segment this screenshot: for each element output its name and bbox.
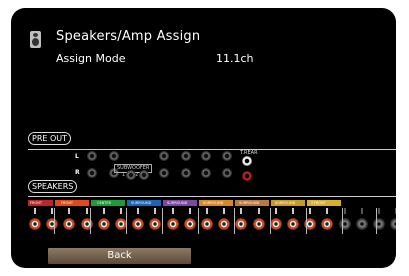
- terminal-indicator: [258, 208, 260, 214]
- terminal-indicator: [86, 208, 88, 214]
- preout-jack: [159, 151, 169, 161]
- back-button[interactable]: Back: [48, 248, 191, 264]
- subwoofer-jack: [126, 170, 136, 180]
- channel-divider: [234, 208, 235, 234]
- speaker-terminal: [46, 218, 58, 230]
- speaker-icon: [30, 31, 41, 48]
- preout-jack: [201, 168, 211, 178]
- speaker-terminal: [167, 218, 179, 230]
- channel-divider: [342, 208, 343, 234]
- preout-divider: [28, 149, 396, 150]
- preout-jack: [159, 168, 169, 178]
- preout-jack: [201, 151, 211, 161]
- speakers-section-label: SPEAKERS: [28, 180, 78, 193]
- speaker-terminal: [63, 218, 75, 230]
- channel-divider: [126, 208, 127, 234]
- terminal-indicator: [309, 208, 311, 214]
- terminal-indicator: [395, 208, 396, 214]
- assign-mode-value[interactable]: 11.1ch: [216, 52, 254, 65]
- speaker-terminal: [98, 218, 110, 230]
- speaker-terminal: [149, 218, 161, 230]
- speakers-divider: [28, 196, 396, 197]
- preout-jack: [222, 151, 232, 161]
- preout-jack: [222, 168, 232, 178]
- terminal-indicator: [172, 208, 174, 214]
- strip-surround1-label: SURROUND: [131, 201, 152, 205]
- t-rear-jack-white: [242, 156, 252, 166]
- right-channel-tag: R: [75, 169, 80, 176]
- speaker-terminal: [321, 218, 333, 230]
- speaker-terminal: [235, 218, 247, 230]
- speaker-terminal: [287, 218, 299, 230]
- strip-surround4-label: SURROUND: [239, 201, 260, 205]
- page-title: Speakers/Amp Assign: [56, 29, 201, 44]
- terminal-indicator: [361, 208, 363, 214]
- terminal-indicator: [120, 208, 122, 214]
- preout-section-label: PRE OUT: [28, 132, 72, 145]
- t-rear-label: T.REAR: [240, 150, 258, 156]
- strip-surround5-label: SURROUND: [275, 201, 296, 205]
- subwoofer-1-number: 1: [122, 172, 126, 178]
- speaker-terminal: [339, 218, 351, 230]
- assign-screen: Speakers/Amp Assign Assign Mode 11.1ch P…: [11, 8, 396, 268]
- strip-center-label: CENTER: [97, 201, 112, 205]
- channel-divider: [306, 208, 307, 234]
- channel-divider: [376, 208, 377, 234]
- preout-jack: [109, 151, 119, 161]
- preout-jack: [181, 168, 191, 178]
- speaker-terminal: [29, 218, 41, 230]
- speaker-terminal: [218, 218, 230, 230]
- channel-divider: [198, 208, 199, 234]
- channel-divider: [162, 208, 163, 234]
- preout-jack: [181, 151, 191, 161]
- channel-divider: [90, 208, 91, 234]
- speaker-terminal: [132, 218, 144, 230]
- terminal-indicator: [34, 208, 36, 214]
- terminal-indicator: [292, 208, 294, 214]
- terminal-indicator: [378, 208, 380, 214]
- speaker-terminal: [81, 218, 93, 230]
- terminal-indicator: [51, 208, 53, 214]
- speaker-terminal: [253, 218, 265, 230]
- terminal-indicator: [223, 208, 225, 214]
- subwoofer-jack: [139, 170, 149, 180]
- terminal-indicator: [137, 208, 139, 214]
- channel-divider: [270, 208, 271, 234]
- terminal-indicator: [326, 208, 328, 214]
- preout-jack: [87, 151, 97, 161]
- channel-divider: [54, 208, 55, 234]
- strip-surround2-label: SURROUND: [167, 201, 188, 205]
- left-channel-tag: L: [75, 153, 79, 160]
- t-rear-jack-red: [242, 171, 252, 181]
- speaker-terminal: [390, 218, 396, 230]
- speaker-terminal: [356, 218, 368, 230]
- terminal-indicator: [240, 208, 242, 214]
- terminal-indicator: [154, 208, 156, 214]
- speaker-terminal: [373, 218, 385, 230]
- preout-jack: [87, 168, 97, 178]
- terminal-indicator: [189, 208, 191, 214]
- strip-front-label: FRONT: [30, 201, 42, 205]
- terminal-indicator: [206, 208, 208, 214]
- strip-tfront-label: T.FRONT: [311, 201, 326, 205]
- terminal-indicator: [344, 208, 346, 214]
- terminal-indicator: [68, 208, 70, 214]
- strip-surround3-label: SURROUND: [203, 201, 224, 205]
- terminal-indicator: [275, 208, 277, 214]
- strip-front2-label: FRONT: [61, 201, 73, 205]
- terminal-indicator: [103, 208, 105, 214]
- speaker-terminal: [270, 218, 282, 230]
- speaker-terminal: [201, 218, 213, 230]
- speaker-terminal: [184, 218, 196, 230]
- assign-mode-label: Assign Mode: [56, 52, 126, 65]
